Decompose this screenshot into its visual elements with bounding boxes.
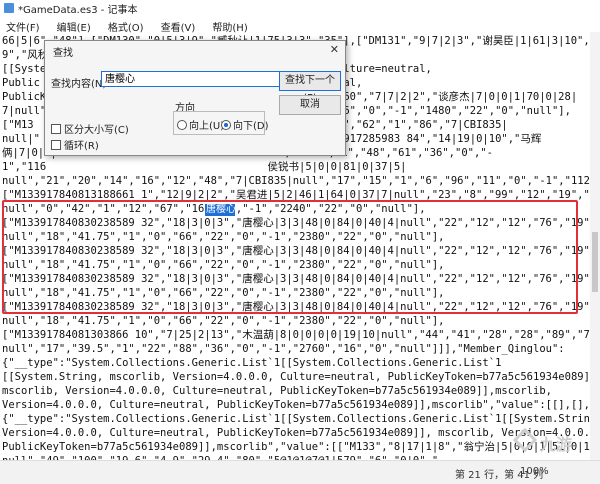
zoom-level: 100% xyxy=(520,466,549,477)
checkbox-icon xyxy=(51,124,61,134)
watermark-text: 九游 xyxy=(540,435,573,454)
watermark: 九游 xyxy=(512,427,592,455)
vertical-scrollbar[interactable] xyxy=(590,32,600,460)
scrollbar-thumb[interactable] xyxy=(592,232,598,292)
window-title: *GameData.es3 - 记事本 xyxy=(18,5,138,16)
editor-line: 1","116 侯锐书|5|0|0|81|0|37|5| xyxy=(2,161,407,173)
editor-line: null","18","41.75","1","0","66","22","0"… xyxy=(2,315,445,327)
selected-text: 唐樱心 xyxy=(206,204,236,215)
watermark-logo-icon xyxy=(512,427,538,453)
match-case-checkbox[interactable]: 区分大小写(C) xyxy=(51,121,129,136)
editor-line: {"__type":"System.Collections.Generic.Li… xyxy=(2,413,590,425)
editor-line: Version=4.0.0.0, Culture=neutral, Public… xyxy=(2,427,590,439)
notepad-icon xyxy=(4,3,14,13)
editor-line: PublicKeyToken=b77a5c561934e089]],mscorl… xyxy=(2,441,590,453)
editor-line: null","21","20","14","16","12","48","7|C… xyxy=(2,175,590,187)
editor-line: ["M13391784081303866 10","7|25|2|13","木温… xyxy=(2,329,590,341)
radio-icon xyxy=(177,120,187,130)
find-what-input[interactable]: 唐樱心 xyxy=(101,71,301,87)
status-bar: 第 21 行，第 41 列 100% xyxy=(0,460,600,484)
find-dialog: 查找 ✕ 查找内容(N): 唐樱心 查找下一个(F) 取消 方向 向上(U) 向… xyxy=(44,40,346,156)
cancel-button[interactable]: 取消 xyxy=(279,95,341,115)
title-bar: *GameData.es3 - 记事本 xyxy=(0,0,600,17)
direction-down-radio[interactable]: 向下(D) xyxy=(221,117,269,132)
editor-line: null","17","39.5","1","22","88","36","0"… xyxy=(2,343,565,355)
direction-up-radio[interactable]: 向上(U) xyxy=(177,117,224,132)
menu-bar: 文件(F) 编辑(E) 格式(O) 查看(V) 帮助(H) xyxy=(0,16,600,34)
wrap-around-checkbox[interactable]: 循环(R) xyxy=(51,137,99,152)
find-dialog-title: 查找 xyxy=(53,48,73,59)
highlight-box xyxy=(2,200,578,314)
editor-line: Version=4.0.0.0, Culture=neutral, Public… xyxy=(2,399,590,411)
radio-selected-icon xyxy=(221,120,231,130)
find-next-button[interactable]: 查找下一个(F) xyxy=(279,71,341,104)
checkbox-icon xyxy=(51,140,61,150)
close-icon[interactable]: ✕ xyxy=(330,43,339,56)
editor-line: mscorlib, Version=4.0.0.0, Culture=neutr… xyxy=(2,385,552,397)
editor-line: {"__type":"System.Collections.Generic.Li… xyxy=(2,357,502,369)
editor-line: [[System.String, mscorlib, Version=4.0.0… xyxy=(2,371,590,383)
